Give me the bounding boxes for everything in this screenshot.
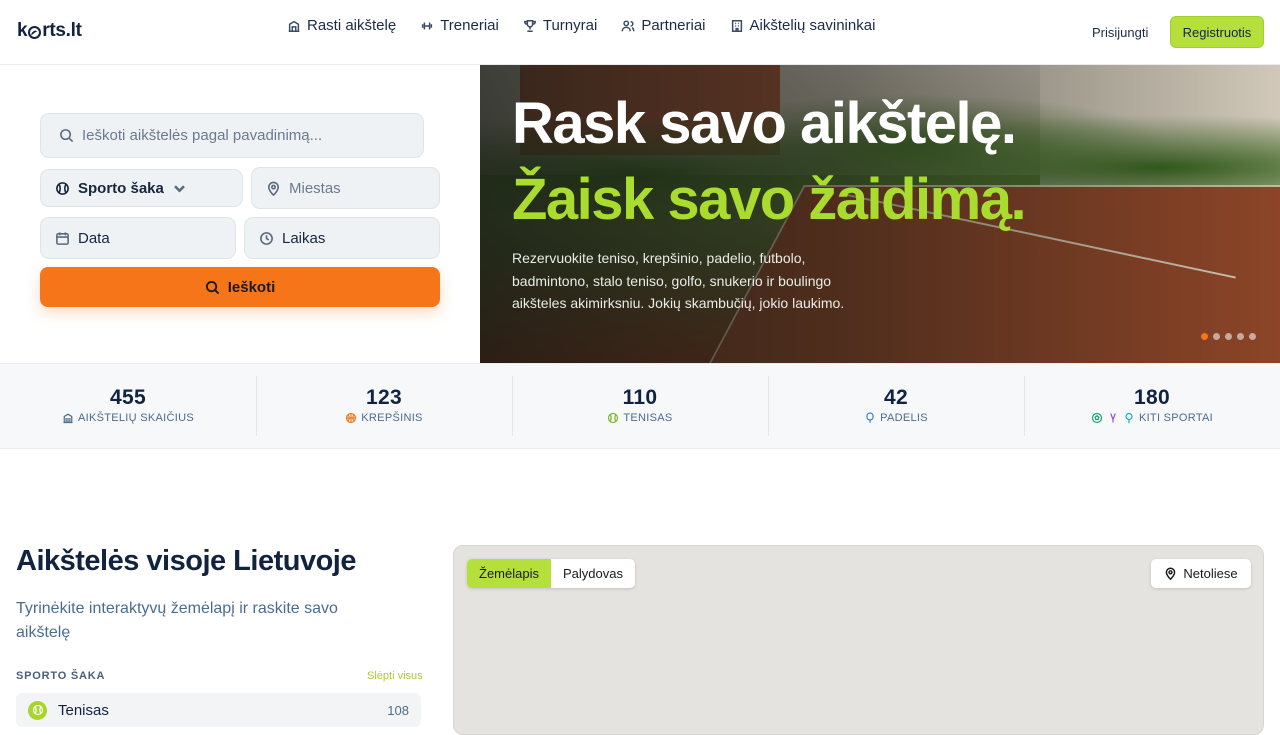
stat-value: 123 bbox=[366, 386, 402, 409]
court-search-input[interactable]: Ieškoti aikštelės pagal pavadinimą... bbox=[40, 113, 424, 158]
courts-map[interactable]: Žemėlapis Palydovas Netoliese bbox=[453, 545, 1264, 735]
building-icon bbox=[288, 20, 300, 32]
nav-label: Partneriai bbox=[641, 17, 706, 34]
tab-satellite[interactable]: Palydovas bbox=[551, 559, 635, 588]
carousel-dot-3[interactable] bbox=[1225, 333, 1232, 340]
carousel-dots bbox=[1201, 333, 1256, 340]
nav-find-court[interactable]: Rasti aikštelę bbox=[287, 17, 396, 34]
nav-label: Rasti aikštelę bbox=[307, 17, 397, 34]
stat-label-text: Tenisas bbox=[623, 412, 673, 424]
search-icon bbox=[205, 280, 219, 294]
sport-filter-header: SPORTO ŠAKA bbox=[16, 670, 106, 682]
stats-bar: 455 Aikštelių skaičius 123 Krepšinis 110… bbox=[0, 363, 1280, 449]
stat-other-sports: 180 Kiti sportai bbox=[1024, 364, 1280, 448]
padel-racket-icon bbox=[866, 412, 874, 423]
tennis-ball-icon bbox=[28, 25, 42, 39]
map-pin-icon bbox=[268, 181, 279, 196]
sport-filter-name: Tenisas bbox=[58, 701, 109, 719]
logo-prefix: k bbox=[17, 20, 28, 41]
stat-label: Padelis bbox=[864, 412, 928, 424]
calendar-icon bbox=[56, 231, 69, 245]
stat-label-text: Kiti sportai bbox=[1138, 412, 1214, 424]
clock-icon bbox=[260, 231, 273, 245]
stat-label-text: Krepšinis bbox=[361, 412, 423, 424]
search-icon bbox=[60, 129, 74, 143]
search-button-label: Ieškoti bbox=[227, 278, 276, 296]
hero-subtitle: Žaisk savo žaidimą. bbox=[512, 167, 1027, 232]
sport-select[interactable]: Sporto šaka bbox=[40, 169, 243, 207]
time-input[interactable]: Laikas bbox=[244, 217, 440, 259]
register-button[interactable]: Registruotis bbox=[1170, 16, 1264, 48]
nav-label: Aikštelių savininkai bbox=[749, 17, 876, 34]
stat-value: 110 bbox=[622, 386, 658, 409]
carousel-dot-2[interactable] bbox=[1213, 333, 1220, 340]
tennis-ball-icon bbox=[28, 700, 47, 720]
stat-label: Kiti sportai bbox=[1091, 412, 1213, 424]
stat-padel: 42 Padelis bbox=[768, 364, 1024, 448]
section-title: Aikštelės visoje Lietuvoje bbox=[16, 545, 356, 577]
logo-suffix: rts.lt bbox=[42, 20, 82, 41]
nearby-button[interactable]: Netoliese bbox=[1151, 559, 1251, 588]
hero-title: Rask savo aikštelę. bbox=[512, 91, 1017, 156]
badminton-icon bbox=[1110, 413, 1116, 423]
main-nav: Rasti aikštelę Treneriai Turnyrai Partne… bbox=[287, 17, 875, 34]
building-icon bbox=[731, 19, 742, 32]
stat-label: Krepšinis bbox=[345, 412, 422, 424]
tennis-ball-icon bbox=[56, 181, 69, 195]
stat-tennis: 110 Tenisas bbox=[512, 364, 768, 448]
time-label: Laikas bbox=[282, 229, 326, 247]
basketball-icon bbox=[346, 412, 357, 424]
login-link[interactable]: Prisijungti bbox=[1092, 25, 1148, 40]
sport-filter-count: 108 bbox=[387, 702, 409, 718]
stat-courts: 455 Aikštelių skaičius bbox=[0, 364, 256, 448]
stat-label: Aikštelių skaičius bbox=[62, 412, 194, 424]
soccer-ball-icon bbox=[1091, 412, 1103, 424]
stat-basketball: 123 Krepšinis bbox=[256, 364, 512, 448]
city-input[interactable]: Miestas bbox=[251, 167, 440, 209]
nearby-label: Netoliese bbox=[1183, 566, 1238, 581]
hide-all-link[interactable]: Slėpti visus bbox=[367, 670, 423, 682]
stat-value: 42 bbox=[884, 386, 908, 409]
stat-label-text: Aikštelių skaičius bbox=[77, 412, 195, 424]
date-label: Data bbox=[78, 229, 110, 247]
users-icon bbox=[621, 19, 635, 31]
sport-filter-item-tennis[interactable]: Tenisas 108 bbox=[16, 693, 421, 727]
search-panel: Ieškoti aikštelės pagal pavadinimą... Sp… bbox=[0, 65, 480, 363]
golf-icon bbox=[1125, 412, 1133, 424]
trophy-icon bbox=[523, 19, 536, 32]
building-icon bbox=[63, 413, 73, 424]
stat-label: Tenisas bbox=[607, 412, 672, 424]
tab-map[interactable]: Žemėlapis bbox=[467, 559, 551, 588]
carousel-dot-1[interactable] bbox=[1201, 333, 1208, 340]
sport-select-label: Sporto šaka bbox=[78, 179, 164, 197]
logo[interactable]: k rts.lt bbox=[17, 20, 82, 42]
map-type-tabs: Žemėlapis Palydovas bbox=[467, 559, 635, 588]
stat-value: 455 bbox=[110, 386, 146, 409]
hero-description: Rezervuokite teniso, krepšinio, padelio,… bbox=[512, 250, 845, 311]
nav-court-owners[interactable]: Aikštelių savininkai bbox=[730, 17, 876, 34]
nav-trainers[interactable]: Treneriai bbox=[420, 17, 499, 34]
section-subtitle: Tyrinėkite interaktyvų žemėlapį ir raski… bbox=[16, 600, 338, 641]
carousel-dot-5[interactable] bbox=[1249, 333, 1256, 340]
top-header: k rts.lt Rasti aikštelę Treneriai Turnyra… bbox=[0, 0, 1280, 65]
chevron-down-icon bbox=[173, 184, 185, 193]
tennis-ball-icon bbox=[608, 412, 619, 424]
carousel-dot-4[interactable] bbox=[1237, 333, 1244, 340]
stat-label-text: Padelis bbox=[880, 412, 928, 424]
dumbbell-icon bbox=[422, 22, 433, 29]
nav-label: Turnyrai bbox=[542, 17, 598, 34]
search-placeholder: Ieškoti aikštelės pagal pavadinimą... bbox=[82, 127, 323, 144]
date-input[interactable]: Data bbox=[40, 217, 236, 259]
hero-banner: Rask savo aikštelę. Žaisk savo žaidimą. … bbox=[480, 65, 1280, 363]
city-placeholder: Miestas bbox=[289, 179, 341, 197]
search-button[interactable]: Ieškoti bbox=[40, 267, 440, 307]
nav-tournaments[interactable]: Turnyrai bbox=[523, 17, 597, 34]
nav-label: Treneriai bbox=[440, 17, 499, 34]
nav-partners[interactable]: Partneriai bbox=[621, 17, 706, 34]
map-pin-icon bbox=[1166, 567, 1176, 580]
stat-value: 180 bbox=[1134, 386, 1170, 409]
